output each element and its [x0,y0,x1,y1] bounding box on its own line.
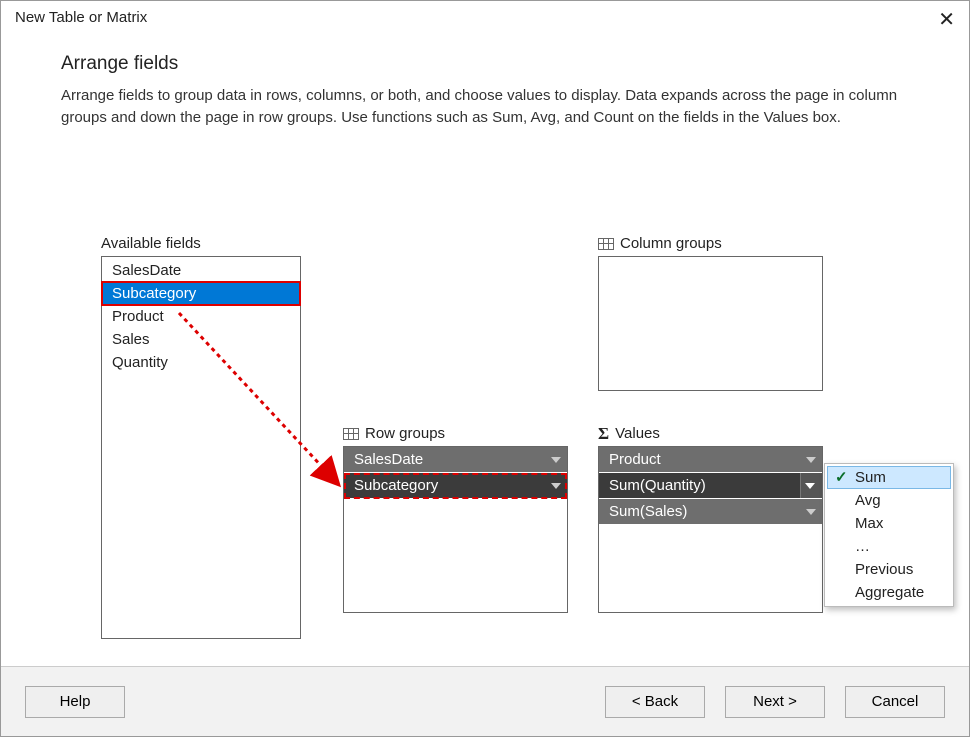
values-listbox[interactable]: Product Sum(Quantity) Sum(Sales) [598,446,823,613]
value-chip-label: Sum(Quantity) [609,477,706,494]
available-field-item[interactable]: Sales [102,328,300,351]
aggregation-menu-item[interactable]: Sum [827,466,951,489]
dialog-title: New Table or Matrix [15,9,147,26]
available-field-item[interactable]: Quantity [102,351,300,374]
chevron-down-icon[interactable] [806,509,816,515]
page-heading: Arrange fields [61,53,909,75]
titlebar: New Table or Matrix ✕ [1,1,969,39]
chevron-down-icon[interactable] [551,457,561,463]
available-field-item[interactable]: SalesDate [102,259,300,282]
aggregation-menu[interactable]: SumAvgMax…PreviousAggregate [824,463,954,607]
close-icon[interactable]: ✕ [938,7,955,32]
dialog-new-table-or-matrix: New Table or Matrix ✕ Arrange fields Arr… [0,0,970,737]
sigma-icon: Σ [598,425,609,442]
aggregation-menu-item[interactable]: Previous [827,558,951,581]
available-field-item[interactable]: Subcategory [102,282,300,305]
next-button[interactable]: Next > [725,686,825,718]
aggregation-menu-item[interactable]: Aggregate [827,581,951,604]
row-groups-listbox[interactable]: SalesDateSubcategory [343,446,568,613]
values-section: Σ Values Product Sum(Quantity) Sum(Sales) [598,425,823,613]
back-button[interactable]: < Back [605,686,705,718]
row-groups-label: Row groups [343,425,568,442]
chevron-down-icon[interactable] [551,483,561,489]
column-groups-label-text: Column groups [620,235,722,252]
available-fields-section: Available fields SalesDateSubcategoryPro… [101,235,301,639]
grid-icon [598,238,614,250]
aggregation-menu-item[interactable]: … [827,535,951,558]
page-description: Arrange fields to group data in rows, co… [61,85,901,129]
values-label: Σ Values [598,425,823,442]
value-chip-label: Product [609,451,661,468]
value-chip[interactable]: Product [599,447,822,473]
available-fields-listbox[interactable]: SalesDateSubcategoryProductSalesQuantity [101,256,301,639]
row-group-chip[interactable]: Subcategory [344,473,567,499]
available-field-item[interactable]: Product [102,305,300,328]
row-group-chip[interactable]: SalesDate [344,447,567,473]
column-groups-listbox[interactable] [598,256,823,391]
chevron-down-icon[interactable] [805,483,815,489]
help-button[interactable]: Help [25,686,125,718]
column-groups-label: Column groups [598,235,823,252]
chevron-down-icon[interactable] [806,457,816,463]
available-fields-label: Available fields [101,235,301,252]
aggregation-menu-item[interactable]: Avg [827,489,951,512]
row-groups-label-text: Row groups [365,425,445,442]
value-chip[interactable]: Sum(Sales) [599,499,822,525]
column-groups-section: Column groups [598,235,823,391]
grid-icon [343,428,359,440]
values-label-text: Values [615,425,660,442]
cancel-button[interactable]: Cancel [845,686,945,718]
value-chip-label: Sum(Sales) [609,503,687,520]
value-chip[interactable]: Sum(Quantity) [599,473,822,499]
button-bar: Help < Back Next > Cancel [1,666,969,736]
aggregation-menu-item[interactable]: Max [827,512,951,535]
row-groups-section: Row groups SalesDateSubcategory [343,425,568,613]
